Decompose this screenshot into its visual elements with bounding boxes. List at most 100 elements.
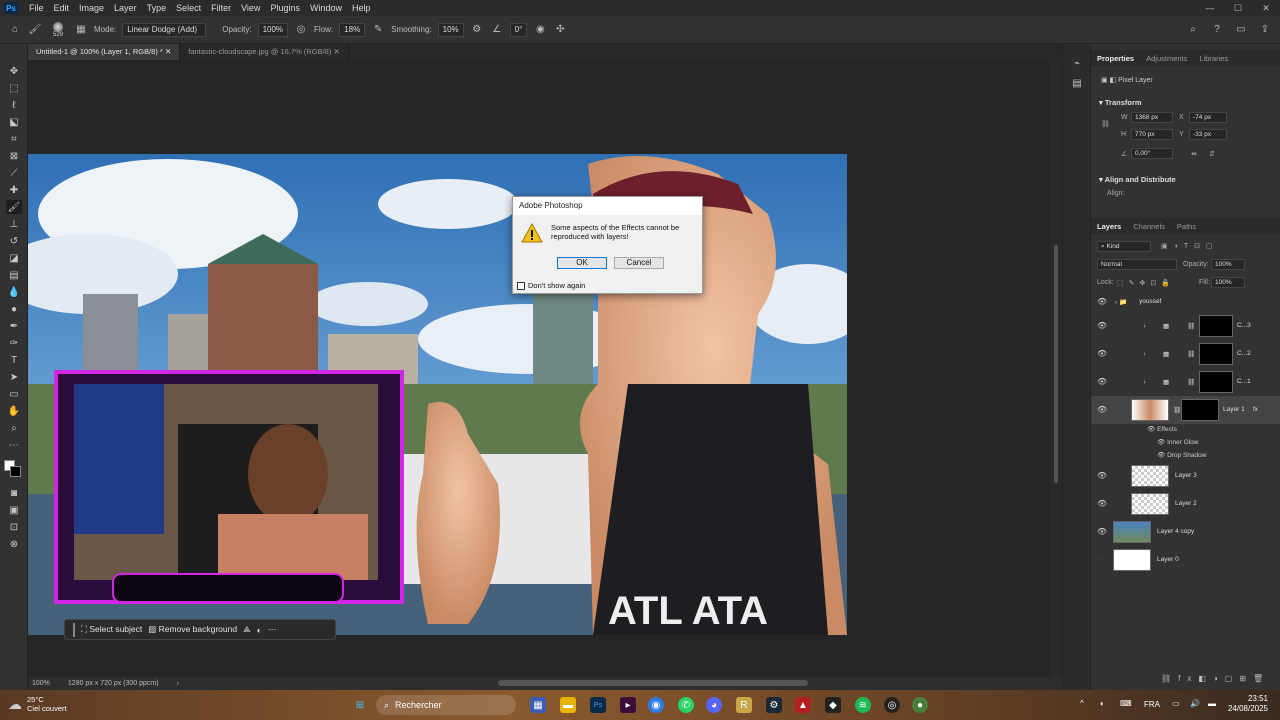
edit-toolbar-icon[interactable]: ⊡ — [6, 520, 22, 534]
tab-properties[interactable]: Properties — [1091, 54, 1140, 63]
layer-row[interactable]: 👁 ↓ ▦ ⛓ C...1 — [1091, 368, 1280, 396]
tab-libraries[interactable]: Libraries — [1193, 54, 1234, 63]
app-tray-icon[interactable]: ◐ — [1100, 699, 1105, 708]
pressure-opacity-icon[interactable]: ◎ — [294, 23, 308, 37]
clock[interactable]: 23:51 24/08/2025 — [1224, 694, 1268, 714]
effects-label[interactable]: 👁 Effects — [1147, 425, 1177, 433]
layer-row[interactable]: 👁 Layer 2 — [1091, 490, 1280, 518]
steam-icon[interactable]: ⚙ — [766, 697, 782, 713]
app-r-icon[interactable]: R — [736, 697, 752, 713]
blur-tool-icon[interactable]: 💧 — [6, 285, 22, 299]
transform-header[interactable]: ▾ Transform — [1099, 98, 1142, 107]
dont-show-again-option[interactable]: Don't show again — [517, 281, 585, 290]
language-indicator[interactable]: FRA — [1144, 700, 1160, 709]
mask-icon[interactable]: ◐ — [257, 625, 262, 635]
app-red-icon[interactable]: ▲ — [795, 697, 811, 713]
brush-settings-icon[interactable]: ▦ — [74, 23, 88, 37]
height-field[interactable]: 770 px — [1131, 129, 1173, 140]
workspace-icon[interactable]: ▭ — [1234, 23, 1248, 37]
type-tool-icon[interactable]: T — [6, 353, 22, 367]
share-icon[interactable]: ⇪ — [1258, 23, 1272, 37]
layer-thumbnail[interactable] — [1113, 521, 1151, 543]
weather-widget[interactable]: ☁ 25°C Ciel couvert — [8, 695, 67, 713]
smoothing-gear-icon[interactable]: ⚙ — [470, 23, 484, 37]
airbrush-icon[interactable]: ✎ — [371, 23, 385, 37]
layer-mask-thumbnail[interactable] — [1199, 315, 1233, 337]
path-selection-tool-icon[interactable]: ➤ — [6, 370, 22, 384]
dont-show-again-checkbox[interactable] — [517, 281, 525, 290]
discord-icon[interactable]: ◕ — [706, 697, 722, 713]
ok-button[interactable]: OK — [557, 257, 607, 269]
brush-preset-picker[interactable]: 529 — [48, 21, 68, 38]
y-field[interactable]: -33 px — [1189, 129, 1227, 140]
more-options-icon[interactable]: ⋯ — [268, 624, 277, 635]
battery-icon[interactable]: ▬ — [1208, 699, 1216, 708]
menu-layer[interactable]: Layer — [109, 3, 142, 13]
background-color-swatch[interactable] — [10, 466, 21, 477]
object-selection-tool-icon[interactable]: ⬕ — [6, 115, 22, 129]
maximize-icon[interactable]: ☐ — [1224, 0, 1252, 16]
close-tab-icon[interactable]: ✕ — [333, 47, 339, 56]
task-view-icon[interactable]: ▦ — [530, 697, 546, 713]
fx-badge[interactable]: fx — [1253, 406, 1258, 413]
move-tool-icon[interactable]: ✥ — [6, 64, 22, 78]
spotify-icon[interactable]: ≋ — [855, 697, 871, 713]
menu-view[interactable]: View — [236, 3, 265, 13]
filter-kind-select[interactable]: ⌕ Kind — [1097, 241, 1151, 252]
keyboard-icon[interactable]: ⌨ — [1120, 699, 1132, 708]
zoom-tool-icon[interactable]: ⌕ — [6, 421, 22, 435]
dodge-tool-icon[interactable]: ● — [6, 302, 22, 316]
drag-handle[interactable] — [73, 622, 75, 637]
vertical-scroll-thumb[interactable] — [1054, 245, 1058, 483]
menu-edit[interactable]: Edit — [49, 3, 75, 13]
layer-mask-thumbnail[interactable] — [1199, 343, 1233, 365]
visibility-eye-icon[interactable]: 👁 — [1097, 405, 1107, 414]
visibility-eye-icon[interactable]: 👁 — [1097, 377, 1107, 386]
history-brush-tool-icon[interactable]: ↺ — [6, 234, 22, 248]
eraser-tool-icon[interactable]: ◪ — [6, 251, 22, 265]
zoom-level[interactable]: 100% — [32, 680, 50, 687]
visibility-hidden-icon[interactable]: ▫ — [1097, 555, 1100, 564]
obs-icon[interactable]: ◎ — [884, 697, 900, 713]
lasso-tool-icon[interactable]: ℓ — [6, 98, 22, 112]
mode-select[interactable]: Linear Dodge (Add) — [122, 22, 207, 37]
browser-icon[interactable]: ● — [912, 697, 928, 713]
search-icon[interactable]: ⌕ — [1186, 23, 1200, 37]
visibility-eye-icon[interactable]: 👁 — [1097, 471, 1107, 480]
layer-thumbnail[interactable] — [1131, 493, 1169, 515]
comments-panel-icon[interactable]: ▤ — [1069, 76, 1085, 90]
windows-start-icon[interactable]: ⊞ — [352, 697, 368, 713]
x-field[interactable]: -74 px — [1189, 112, 1227, 123]
remove-background-button[interactable]: ▨ Remove background — [148, 624, 237, 635]
brush-tool-icon[interactable]: 🖌 — [6, 200, 22, 214]
quick-mask-icon[interactable]: ◙ — [6, 486, 22, 500]
eyedropper-tool-icon[interactable]: ⟋ — [6, 166, 22, 180]
crop-tool-icon[interactable]: ⌗ — [6, 132, 22, 146]
tab-channels[interactable]: Channels — [1127, 222, 1171, 231]
menu-window[interactable]: Window — [305, 3, 347, 13]
flip-horizontal-icon[interactable]: ⇹ — [1191, 150, 1197, 158]
close-icon[interactable]: ✕ — [1252, 0, 1280, 16]
clone-stamp-tool-icon[interactable]: ⊥ — [6, 217, 22, 231]
premiere-taskbar-icon[interactable]: ▸ — [620, 697, 636, 713]
document-canvas[interactable]: ATL ATA — [28, 154, 847, 635]
vertical-scrollbar[interactable] — [1050, 60, 1062, 677]
pen-tool-icon[interactable]: ✒ — [6, 319, 22, 333]
layer-mask-thumbnail[interactable] — [1181, 399, 1219, 421]
visibility-eye-icon[interactable]: 👁 — [1097, 527, 1107, 536]
rotation-field[interactable]: 0,00° — [1131, 148, 1173, 159]
home-icon[interactable]: ⌂ — [8, 23, 22, 37]
smoothing-field[interactable]: 10% — [437, 22, 464, 37]
app-dark-icon[interactable]: ◆ — [825, 697, 841, 713]
visibility-eye-icon[interactable]: 👁 — [1097, 499, 1107, 508]
brush-tool-icon[interactable]: 🖌 — [28, 23, 42, 37]
tab-layers[interactable]: Layers — [1091, 222, 1127, 231]
menu-plugins[interactable]: Plugins — [265, 3, 305, 13]
layer-actions-bar[interactable]: ⛓fx◧◑▢⊞🗑 — [1161, 674, 1270, 683]
gradient-tool-icon[interactable]: ▤ — [6, 268, 22, 282]
document-size[interactable]: 1280 px x 720 px (300 ppcm) — [68, 680, 159, 687]
menu-filter[interactable]: Filter — [206, 3, 236, 13]
link-dimensions-icon[interactable]: ⛓ — [1101, 120, 1110, 128]
menu-type[interactable]: Type — [142, 3, 172, 13]
help-icon[interactable]: ? — [1210, 23, 1224, 37]
